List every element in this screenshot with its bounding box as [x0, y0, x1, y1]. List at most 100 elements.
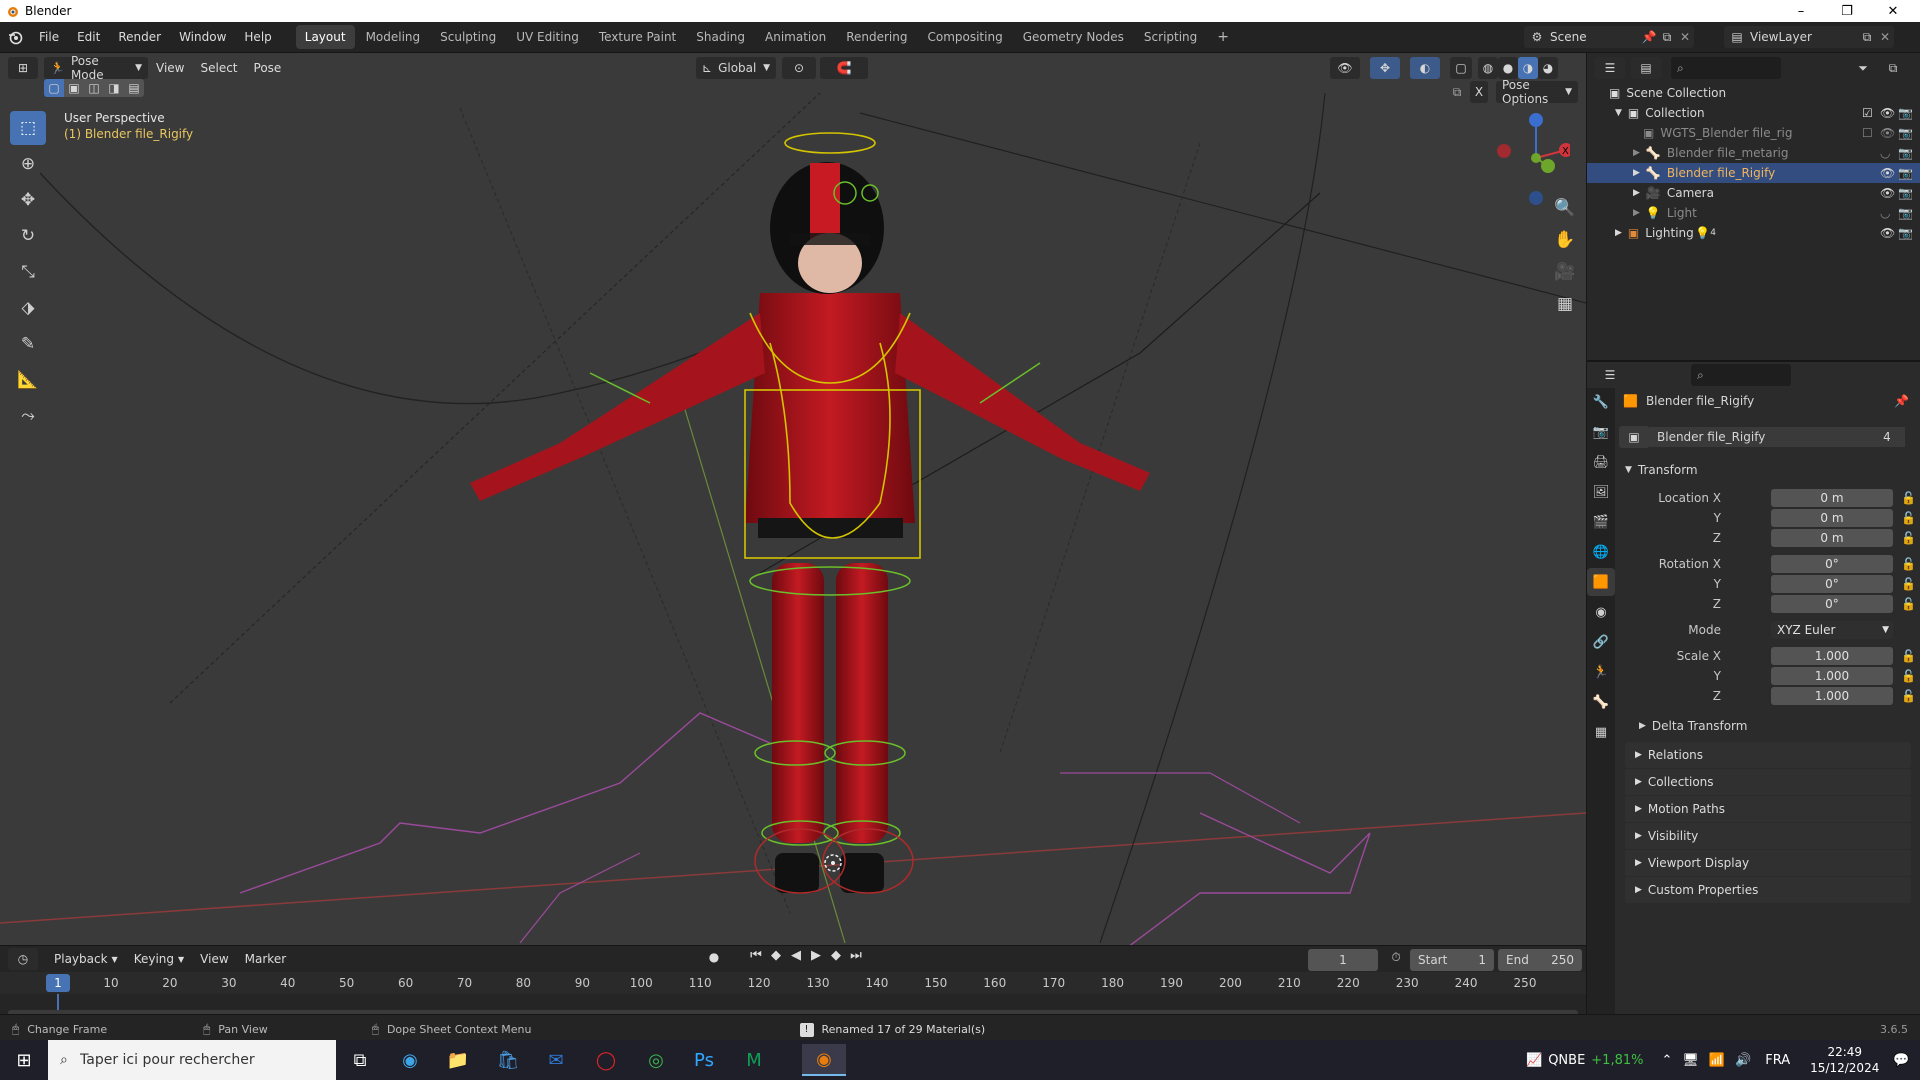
eye-icon[interactable]: 👁 [1880, 126, 1898, 140]
outlook-icon[interactable]: ✉ [536, 1044, 576, 1076]
camera-render-icon[interactable]: 📷 [1898, 226, 1920, 240]
camera-render-icon[interactable]: 📷 [1898, 146, 1920, 160]
delete-view-layer-icon[interactable]: ✕ [1876, 30, 1894, 44]
panel-relations[interactable]: ▶ Relations [1625, 742, 1911, 768]
bone-tab-icon[interactable]: 🦴 [1587, 688, 1615, 716]
gizmo-icon[interactable]: ✥ [1370, 57, 1400, 79]
properties-search-input[interactable]: ⌕ [1691, 364, 1791, 386]
outliner-row-light[interactable]: ▶ 💡 Light ◡ 📷 [1587, 203, 1920, 223]
timeline-menu-playback[interactable]: Playback ▼ [46, 948, 126, 970]
select-box-tool-icon[interactable]: ⬚ [10, 111, 46, 145]
outliner-search-input[interactable]: ⌕ [1671, 57, 1781, 79]
location-z-field[interactable]: 0 m [1771, 529, 1893, 547]
constraints-tab-icon[interactable]: 🔗 [1587, 628, 1615, 656]
bone-tool-icon[interactable]: ⤳ [10, 399, 46, 433]
xray-icon[interactable]: ▢ [1450, 57, 1472, 79]
display-mode-icon[interactable]: ▤ [1631, 57, 1661, 79]
photoshop-icon[interactable]: Ps [684, 1044, 724, 1076]
tab-compositing[interactable]: Compositing [918, 25, 1011, 49]
move-tool-icon[interactable]: ✥ [10, 183, 46, 217]
eye-icon[interactable]: 👁 [1880, 106, 1898, 120]
material-shading-icon[interactable]: ◑ [1518, 57, 1538, 79]
lock-icon[interactable]: 🔓 [1901, 557, 1916, 571]
chrome-icon[interactable]: ◎ [636, 1044, 676, 1076]
cursor-tool-icon[interactable]: ⊕ [10, 147, 46, 181]
scale-tool-icon[interactable]: ⤡ [10, 255, 46, 289]
taskbar-search-input[interactable]: ⌕ Taper ici pour rechercher [48, 1040, 336, 1080]
render-tab-icon[interactable]: 📷 [1587, 418, 1615, 446]
edge-browser-icon[interactable]: ◉ [390, 1044, 430, 1076]
playhead[interactable]: 1 [46, 974, 70, 992]
grid-ortho-icon[interactable]: ▦ [1550, 289, 1580, 319]
pose-options-button[interactable]: Pose Options ▼ [1496, 78, 1578, 106]
menu-render[interactable]: Render [109, 22, 170, 53]
pivot-point-icon[interactable]: ⊙ [782, 57, 816, 79]
tab-geometry-nodes[interactable]: Geometry Nodes [1014, 25, 1133, 49]
chevron-right-icon[interactable]: ▶ [1615, 228, 1622, 238]
select-intersect-icon[interactable]: ▤ [124, 79, 144, 97]
close-window-button[interactable]: ✕ [1870, 0, 1916, 22]
select-invert-icon[interactable]: ◨ [104, 79, 124, 97]
timeline-menu-keying[interactable]: Keying ▼ [126, 948, 192, 970]
viewport-menu-pose[interactable]: Pose [246, 57, 290, 79]
scale-y-field[interactable]: 1.000 [1771, 667, 1893, 685]
solid-shading-icon[interactable]: ● [1498, 57, 1518, 79]
outliner-row-wgts[interactable]: ▣ WGTS_Blender file_rig ☐ 👁 📷 [1587, 123, 1920, 143]
scale-x-field[interactable]: 1.000 [1771, 647, 1893, 665]
windows-start-icon[interactable]: ⊞ [4, 1044, 44, 1076]
outliner-row-collection[interactable]: ▼ ▣ Collection ☑ 👁 📷 [1587, 103, 1920, 123]
chevron-right-icon[interactable]: ▶ [1633, 208, 1640, 218]
checkbox-icon[interactable]: ☑ [1862, 106, 1880, 120]
tab-uv-editing[interactable]: UV Editing [507, 25, 588, 49]
new-scene-icon[interactable]: ⧉ [1658, 30, 1676, 45]
file-explorer-icon[interactable]: 📁 [438, 1044, 478, 1076]
outliner-row-lighting[interactable]: ▶ ▣ Lighting 💡 4 👁 📷 [1587, 223, 1920, 243]
delta-transform-header[interactable]: ▶ Delta Transform [1619, 714, 1917, 738]
object-tab-icon[interactable]: 🟧 [1587, 568, 1615, 596]
eye-icon[interactable]: 👁 [1880, 226, 1898, 240]
viewport-menu-view[interactable]: View [148, 57, 192, 79]
eye-icon[interactable]: 👁 [1880, 186, 1898, 200]
measure-tool-icon[interactable]: 📐 [10, 363, 46, 397]
prev-keyframe-icon[interactable]: ◆ [766, 948, 786, 963]
select-subtract-icon[interactable]: ◫ [84, 79, 104, 97]
location-x-field[interactable]: 0 m [1771, 489, 1893, 507]
delete-scene-icon[interactable]: ✕ [1676, 30, 1694, 44]
texture-tab-icon[interactable]: ▦ [1587, 718, 1615, 746]
lock-icon[interactable]: 🔓 [1901, 649, 1916, 663]
rendered-shading-icon[interactable]: ◕ [1538, 57, 1558, 79]
tab-sculpting[interactable]: Sculpting [431, 25, 505, 49]
3d-viewport[interactable]: ⊞ 🏃 Pose Mode ▼ View Select Pose ⊾ Globa… [0, 53, 1586, 945]
outliner-row-metarig[interactable]: ▶ 🦴 Blender file_metarig ◡ 📷 [1587, 143, 1920, 163]
camera-render-icon[interactable]: 📷 [1898, 206, 1920, 220]
notification-icon[interactable]: 💬 [1893, 1053, 1909, 1068]
play-reverse-icon[interactable]: ◀ [786, 948, 806, 963]
language-indicator[interactable]: FRA [1765, 1053, 1790, 1068]
tab-rendering[interactable]: Rendering [837, 25, 916, 49]
panel-viewport-display[interactable]: ▶ Viewport Display [1625, 850, 1911, 876]
chevron-right-icon[interactable]: ▶ [1633, 188, 1640, 198]
wireframe-shading-icon[interactable]: ◍ [1478, 57, 1498, 79]
lock-icon[interactable]: 🔓 [1901, 491, 1916, 505]
rotation-z-field[interactable]: 0° [1771, 595, 1893, 613]
x-mirror-toggle[interactable]: X [1470, 81, 1488, 103]
eye-closed-icon[interactable]: ◡ [1880, 206, 1898, 220]
current-frame-field[interactable]: 1 [1308, 949, 1378, 971]
object-name-field[interactable]: Blender file_Rigify [1649, 427, 1869, 447]
lock-icon[interactable]: 🔓 [1901, 597, 1916, 611]
tab-modeling[interactable]: Modeling [357, 25, 430, 49]
transform-tool-icon[interactable]: ⬗ [10, 291, 46, 325]
lock-icon[interactable]: 🔓 [1901, 577, 1916, 591]
add-workspace-button[interactable]: + [1208, 25, 1238, 49]
menu-help[interactable]: Help [235, 22, 280, 53]
stopwatch-icon[interactable]: ⏱ [1386, 950, 1406, 965]
transform-panel-header[interactable]: ▼ Transform [1619, 458, 1917, 482]
chevron-right-icon[interactable]: ▶ [1633, 148, 1640, 158]
camera-render-icon[interactable]: 📷 [1898, 186, 1920, 200]
blender-menu-icon[interactable] [0, 22, 30, 53]
volume-icon[interactable]: 🔊 [1735, 1053, 1751, 1068]
mode-selector[interactable]: 🏃 Pose Mode ▼ [44, 54, 148, 82]
tab-layout[interactable]: Layout [295, 25, 355, 49]
rotate-tool-icon[interactable]: ↻ [10, 219, 46, 253]
select-new-icon[interactable]: ▢ [44, 79, 64, 97]
